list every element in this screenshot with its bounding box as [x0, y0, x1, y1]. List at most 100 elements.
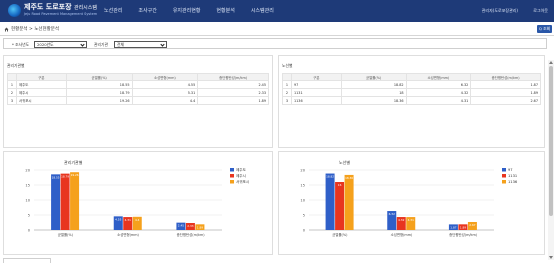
x-tick-label: 소성변형(mm) — [117, 232, 139, 237]
column-header-category[interactable]: 구분 — [15, 73, 67, 81]
row-index: 3 — [282, 96, 292, 105]
bar — [344, 174, 354, 230]
agency-chart-panel: 관리기관별 0 5 10 15 20 18.55 18.79 19.26 균열률(%) 4.55 4.… — [3, 151, 273, 255]
data-label: 16 — [338, 183, 342, 187]
row-rutting: 4.55 — [131, 80, 199, 89]
row-crack-rate: 19.26 — [65, 96, 133, 105]
legend-label: 제주시 — [236, 173, 246, 178]
data-label: 18.55 — [52, 175, 60, 179]
top-header: 제주도 도로포장 관리시스템 Jeju Road Pavement Manage… — [0, 0, 554, 22]
column-header-rutting[interactable]: 소성변형(mm) — [131, 73, 199, 81]
route-table: 구분 균열률(%) 소성변형(mm) 종단평탄성(m/km) 1 97 18.8… — [282, 73, 541, 105]
bar — [335, 182, 345, 230]
route-table-panel: 노선별 구분 균열률(%) 소성변형(mm) 종단평탄성(m/km) 1 97 … — [278, 55, 545, 148]
scrollbar-thumb[interactable] — [549, 66, 553, 216]
data-label: 1.89 — [197, 225, 203, 229]
data-label: 2.67 — [469, 223, 475, 227]
filter-bar: * 조사년도 2020년도 관리기관 전체 — [3, 38, 547, 49]
row-category: 97 — [290, 80, 342, 89]
row-iri: 2.33 — [197, 88, 269, 97]
legend-swatch — [230, 168, 234, 172]
row-iri: 1.89 — [197, 96, 269, 105]
home-icon[interactable] — [4, 27, 9, 32]
table-row[interactable]: 1 제주도 18.55 4.55 2.45 — [7, 80, 269, 89]
y-tick-label: 15 — [300, 183, 305, 187]
data-label: 18.82 — [326, 175, 334, 179]
breadcrumb: 현황분석 > 노선현황분석 — [11, 27, 60, 32]
search-button[interactable]: Q 조회 — [537, 25, 552, 33]
data-label: 4.31 — [125, 218, 131, 222]
nav-status-analysis[interactable]: 현황분석 — [216, 7, 234, 14]
chart-title: 관리기관별 — [64, 159, 83, 165]
row-index: 2 — [7, 88, 17, 97]
row-iri: 1.89 — [470, 88, 541, 97]
chart-title: 노선별 — [339, 159, 350, 165]
nav-maintenance-status[interactable]: 유지관리현황 — [173, 7, 201, 14]
table-row[interactable]: 3 1136 18.36 4.31 2.67 — [282, 96, 541, 105]
data-label: 2.33 — [187, 224, 193, 228]
column-header-iri[interactable]: 종단평탄성(m/km) — [470, 73, 541, 81]
agency-table-panel: 관리기관별 구분 균열률(%) 소성변형(mm) 종단평탄성(m/km) 1 제… — [3, 55, 273, 148]
legend-swatch — [502, 168, 506, 172]
row-crack-rate: 18.55 — [65, 80, 133, 89]
logo-icon[interactable] — [8, 4, 21, 17]
row-index: 1 — [7, 80, 17, 89]
data-label: 1.87 — [450, 225, 456, 229]
bar — [70, 172, 80, 230]
row-crack-rate: 18.79 — [65, 88, 133, 97]
route-chart-panel: 노선별 0 5 10 15 20 18.82 16 18.36 균열률(%) 6.32 4.32 4.3… — [278, 151, 545, 255]
row-category: 제주도 — [15, 80, 67, 89]
data-label: 18.79 — [61, 175, 69, 179]
row-index: 1 — [282, 80, 292, 89]
legend-swatch — [230, 174, 234, 178]
agency-bar-chart: 관리기관별 0 5 10 15 20 18.55 18.79 19.26 균열률(%) 4.55 4.… — [25, 159, 249, 237]
breadcrumb-bar: 현황분석 > 노선현황분석 Q 조회 — [0, 22, 554, 36]
agency-table: 구분 균열률(%) 소성변형(mm) 종단평탄성(m/km) 1 제주도 18.… — [7, 73, 269, 105]
table-row[interactable]: 1 97 18.82 6.32 1.87 — [282, 80, 541, 89]
column-header-crack-rate[interactable]: 균열률(%) — [340, 73, 407, 81]
route-table-title: 노선별 — [282, 63, 293, 68]
brand-suffix: 관리시스템 — [73, 5, 97, 11]
chevron-down-icon — [160, 41, 165, 47]
column-header-iri[interactable]: 종단평탄성(m/km) — [197, 73, 269, 81]
nav-system-management[interactable]: 시스템관리 — [251, 7, 274, 14]
data-label: 19.26 — [71, 173, 79, 177]
row-index: 2 — [282, 88, 292, 97]
table-row[interactable]: 2 제주시 18.79 5.31 2.33 — [7, 88, 269, 97]
chevron-down-icon — [80, 41, 85, 47]
column-header-category[interactable]: 구분 — [290, 73, 342, 81]
brand-title[interactable]: 제주도 도로포장 관리시스템 — [24, 2, 97, 12]
column-header-crack-rate[interactable]: 균열률(%) — [65, 73, 133, 81]
scroll-down-icon[interactable] — [548, 256, 553, 259]
brand-subtitle: Jeju Road Pavement Management System — [24, 12, 98, 16]
scroll-up-icon[interactable] — [548, 61, 553, 64]
data-label: 2.45 — [178, 224, 184, 228]
row-category: 제주시 — [15, 88, 67, 97]
user-name[interactable]: 관리자(도로포장관리) — [482, 8, 518, 14]
table-row[interactable]: 3 서귀포시 19.26 4.4 1.89 — [7, 96, 269, 105]
row-category: 1136 — [290, 96, 342, 105]
table-row[interactable]: 2 1131 18 4.32 1.89 — [282, 88, 541, 97]
x-tick-label: 균열률(%) — [332, 232, 348, 237]
row-crack-rate: 18.82 — [340, 80, 407, 89]
column-header-index — [7, 73, 17, 81]
bar — [60, 173, 70, 230]
year-select[interactable]: 2020년도 — [34, 40, 87, 48]
row-crack-rate: 18 — [340, 88, 407, 97]
data-label: 6.32 — [389, 212, 395, 216]
column-header-rutting[interactable]: 소성변형(mm) — [405, 73, 472, 81]
nav-survey-section[interactable]: 조사구간 — [138, 7, 156, 14]
agency-label: 관리기관 — [94, 42, 108, 47]
y-tick-label: 0 — [303, 228, 306, 232]
agency-select[interactable]: 전체 — [114, 40, 167, 48]
row-iri: 2.45 — [197, 80, 269, 89]
x-tick-label: 균열률(%) — [58, 232, 74, 237]
bar — [51, 174, 61, 230]
legend-label: 1131 — [508, 174, 517, 178]
logout-link[interactable]: 로그아웃 — [533, 8, 548, 14]
nav-route-management[interactable]: 노선관리 — [104, 7, 122, 14]
y-tick-label: 10 — [300, 198, 305, 202]
column-header-index — [282, 73, 292, 81]
bottom-tab[interactable] — [3, 258, 51, 263]
row-crack-rate: 18.36 — [340, 96, 407, 105]
